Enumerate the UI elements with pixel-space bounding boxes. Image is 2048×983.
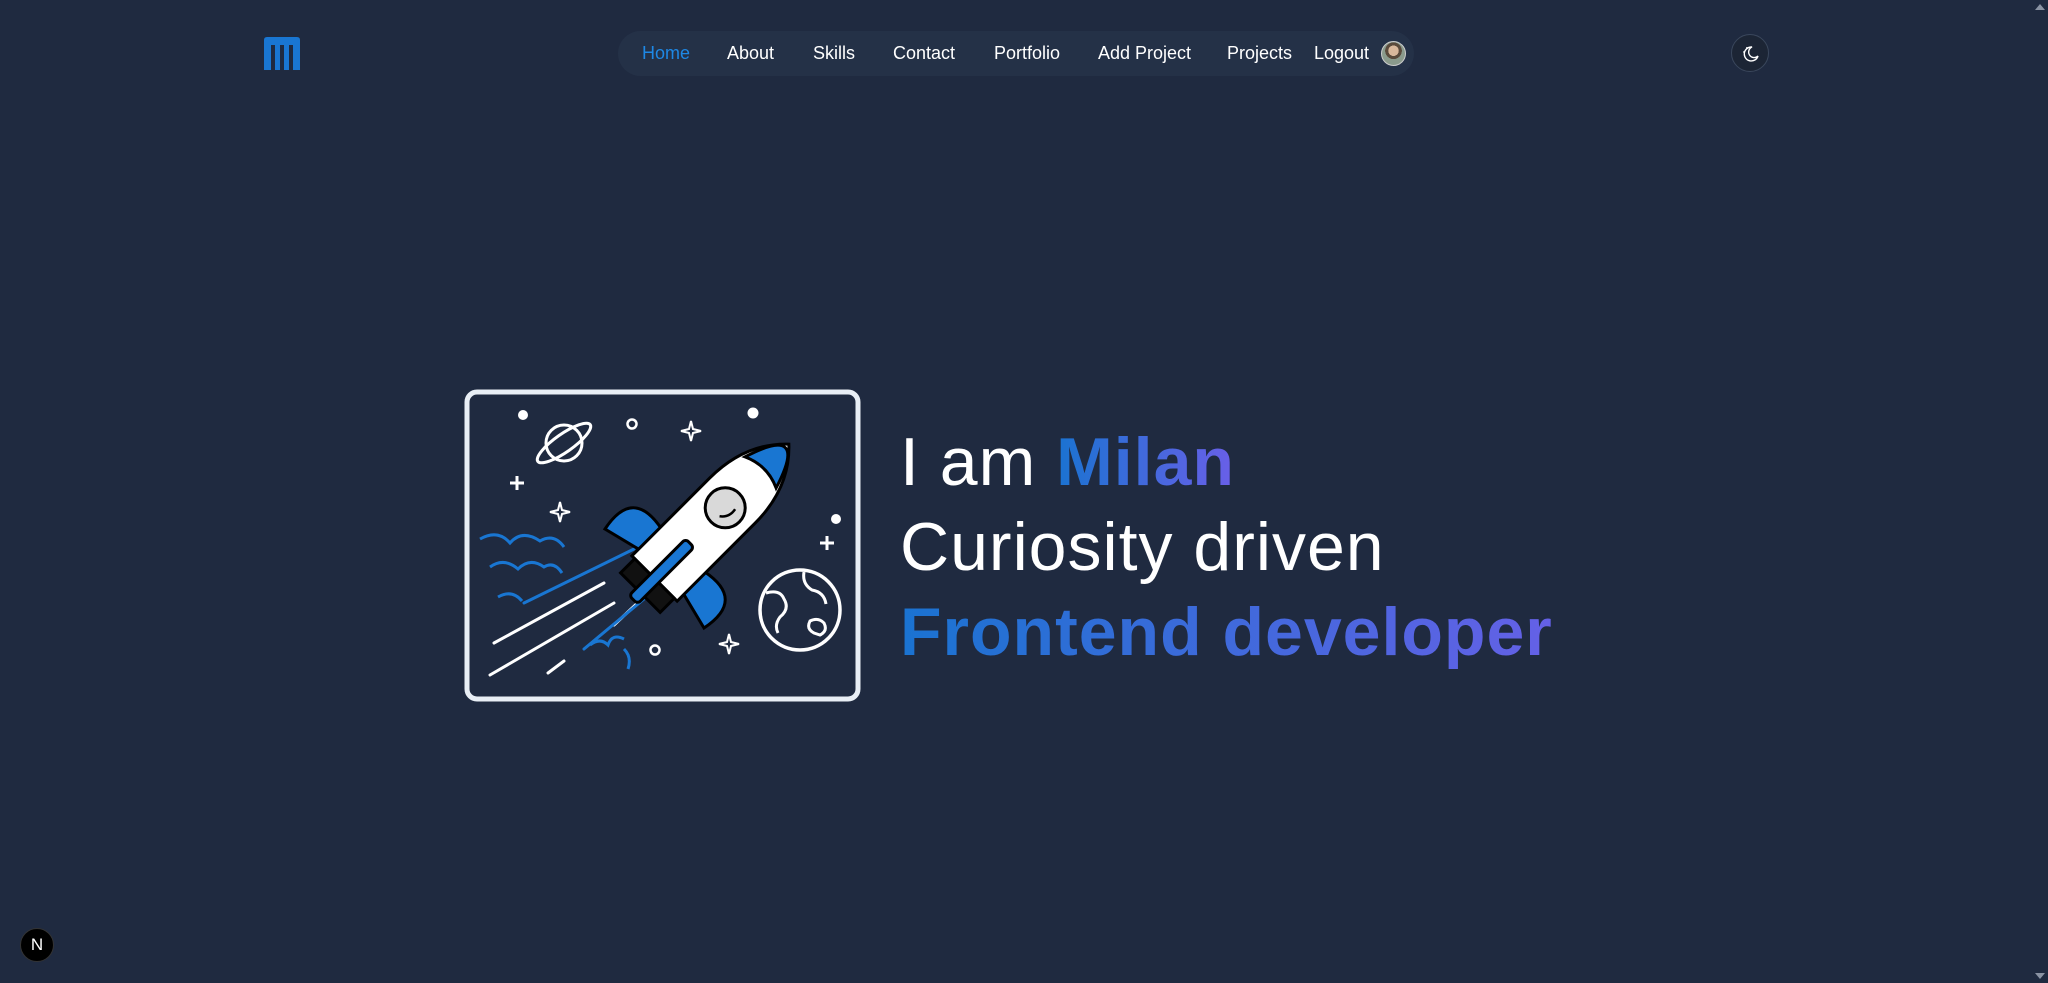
nav-logout[interactable]: Logout <box>1314 31 1369 76</box>
nav-portfolio[interactable]: Portfolio <box>994 31 1060 76</box>
scroll-up-arrow-icon[interactable] <box>2035 4 2045 10</box>
hero-name: Milan <box>1056 424 1235 500</box>
moon-sun-icon <box>1743 46 1759 62</box>
main-nav: Home About Skills Contact Portfolio Add … <box>618 31 1414 76</box>
hero-text: I am Milan Curiosity driven Frontend dev… <box>900 420 1600 675</box>
hero-line-3: Frontend developer <box>900 590 1600 675</box>
rocket-illustration <box>464 389 861 702</box>
nav-skills[interactable]: Skills <box>813 31 855 76</box>
nav-projects[interactable]: Projects <box>1227 31 1292 76</box>
hero-intro: I am <box>900 424 1057 500</box>
hero-line-1: I am Milan <box>900 420 1600 505</box>
hero-line-2: Curiosity driven <box>900 509 1385 585</box>
theme-toggle-button[interactable] <box>1731 34 1769 72</box>
user-avatar[interactable] <box>1381 41 1406 66</box>
scroll-down-arrow-icon[interactable] <box>2035 973 2045 979</box>
nav-home[interactable]: Home <box>642 31 690 76</box>
m-logo-icon[interactable] <box>262 34 302 74</box>
nextjs-icon[interactable]: N <box>20 928 54 962</box>
nav-add-project[interactable]: Add Project <box>1098 31 1191 76</box>
nav-contact[interactable]: Contact <box>893 31 955 76</box>
page: Home About Skills Contact Portfolio Add … <box>0 0 2048 983</box>
nav-about[interactable]: About <box>727 31 774 76</box>
